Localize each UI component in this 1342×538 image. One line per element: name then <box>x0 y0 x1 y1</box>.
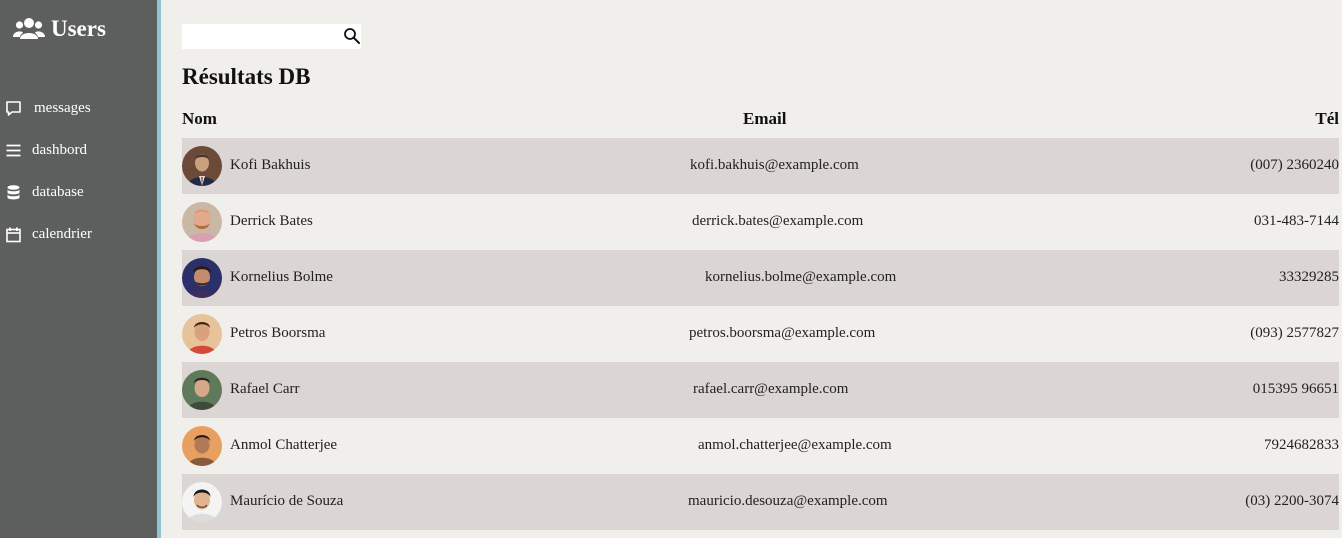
avatar <box>182 370 222 410</box>
sidebar-item-label: messages <box>34 99 91 116</box>
cell-tel: 031-483-7144 <box>1254 213 1339 229</box>
column-header-tel: Tél <box>1315 109 1339 128</box>
table-row[interactable]: Maurício de Souza mauricio.desouza@examp… <box>182 474 1339 530</box>
sidebar-item-label: dashbord <box>32 141 87 158</box>
table-row[interactable]: Petros Boorsma petros.boorsma@example.co… <box>182 306 1339 362</box>
column-header-email: Email <box>743 109 787 128</box>
table-row[interactable]: Kornelius Bolme kornelius.bolme@example.… <box>182 250 1339 306</box>
cell-tel: 015395 96651 <box>1252 381 1339 397</box>
sidebar-item-label: calendrier <box>32 225 92 242</box>
cell-name: Derrick Bates <box>230 213 313 229</box>
search-input[interactable] <box>182 25 342 48</box>
sidebar: Users messages dashbord database calendr… <box>0 0 157 538</box>
calendar-icon <box>5 226 22 243</box>
sidebar-divider <box>157 0 161 538</box>
cell-tel: 7924682833 <box>1264 437 1339 453</box>
search-icon[interactable] <box>343 27 361 45</box>
table-row[interactable]: Derrick Bates derrick.bates@example.com … <box>182 194 1339 250</box>
cell-email: kofi.bakhuis@example.com <box>690 157 859 173</box>
table-row[interactable]: Rafael Carr rafael.carr@example.com 0153… <box>182 362 1339 418</box>
sidebar-item-calendrier[interactable]: calendrier <box>5 223 92 245</box>
table-row[interactable]: Anmol Chatterjee anmol.chatterjee@exampl… <box>182 418 1339 474</box>
cell-tel: (093) 2577827 <box>1250 325 1339 341</box>
search-bar <box>182 24 361 49</box>
cell-email: petros.boorsma@example.com <box>689 325 876 341</box>
column-header-name: Nom <box>182 109 217 128</box>
message-icon <box>5 100 22 117</box>
avatar <box>182 258 222 298</box>
menu-icon <box>5 142 22 159</box>
avatar <box>182 146 222 186</box>
cell-name: Kornelius Bolme <box>230 269 333 285</box>
users-icon <box>13 17 45 41</box>
database-icon <box>5 184 22 201</box>
cell-email: kornelius.bolme@example.com <box>705 269 897 285</box>
cell-email: anmol.chatterjee@example.com <box>698 437 892 453</box>
sidebar-item-dashbord[interactable]: dashbord <box>5 139 87 161</box>
sidebar-item-messages[interactable]: messages <box>5 97 91 119</box>
sidebar-brand: Users <box>13 13 106 45</box>
cell-tel: 33329285 <box>1279 269 1339 285</box>
cell-email: rafael.carr@example.com <box>693 381 849 397</box>
sidebar-item-database[interactable]: database <box>5 181 84 203</box>
cell-tel: (007) 2360240 <box>1250 157 1339 173</box>
cell-tel: (03) 2200-3074 <box>1245 493 1339 509</box>
avatar <box>182 482 222 522</box>
results-table: Kofi Bakhuis kofi.bakhuis@example.com (0… <box>182 138 1339 530</box>
page-title: Résultats DB <box>182 64 311 89</box>
cell-name: Maurício de Souza <box>230 493 344 509</box>
sidebar-item-label: database <box>32 183 84 200</box>
avatar <box>182 426 222 466</box>
cell-email: derrick.bates@example.com <box>692 213 864 229</box>
table-row[interactable]: Kofi Bakhuis kofi.bakhuis@example.com (0… <box>182 138 1339 194</box>
avatar <box>182 202 222 242</box>
cell-email: mauricio.desouza@example.com <box>688 493 888 509</box>
avatar <box>182 314 222 354</box>
cell-name: Rafael Carr <box>230 381 300 397</box>
cell-name: Anmol Chatterjee <box>230 437 338 453</box>
sidebar-title: Users <box>51 16 106 41</box>
cell-name: Kofi Bakhuis <box>230 157 311 173</box>
cell-name: Petros Boorsma <box>230 325 326 341</box>
